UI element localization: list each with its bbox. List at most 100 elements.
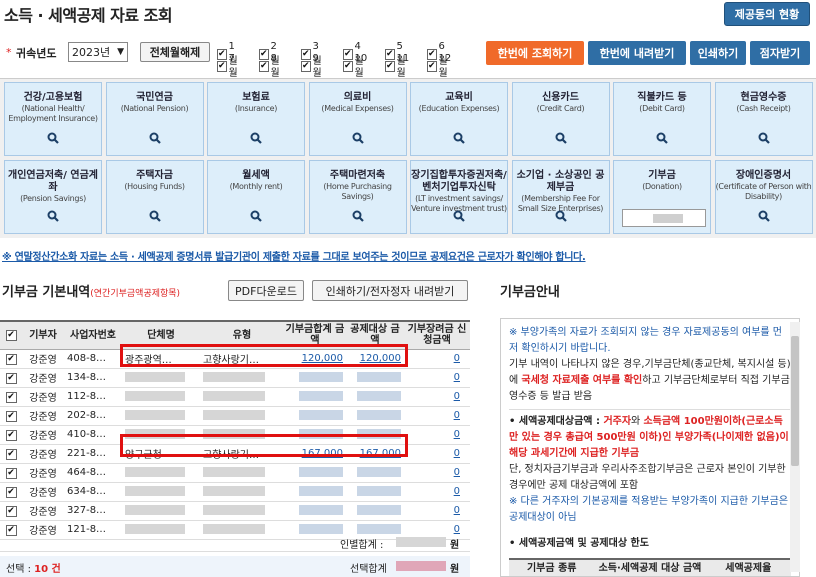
highlight-box-2	[120, 434, 408, 457]
cell-total	[284, 406, 346, 426]
category-tile[interactable]: 보험료 (Insurance)	[207, 82, 305, 156]
guide-p6: • 세액공제금액 및 공제대상 한도	[509, 538, 649, 549]
tile-label-en: (National Pension)	[120, 104, 189, 113]
month-11[interactable]: 11월	[385, 53, 411, 79]
cell-incentive[interactable]: 0	[404, 425, 470, 445]
person-sum-row: 인별합계 : 원	[0, 532, 470, 552]
tile-label-en: (National Health/ Employment Insurance)	[8, 104, 98, 123]
search-icon	[453, 132, 465, 147]
cell-deductible	[346, 501, 404, 521]
tile-label-en: (Donation)	[642, 182, 682, 191]
table-row[interactable]: 강준영134-8… 0	[0, 368, 470, 388]
month-12[interactable]: 12월	[427, 53, 453, 79]
category-tile[interactable]: 주택자금 (Housing Funds)	[105, 160, 204, 234]
row-checkbox[interactable]	[0, 387, 22, 407]
simplified-data-notice[interactable]: ※ 연말정산간소화 자료는 소득 · 세액공제 증명서류 발급기관이 제출한 자…	[2, 248, 586, 263]
donation-amount-input[interactable]	[622, 209, 706, 227]
cell-incentive[interactable]: 0	[404, 482, 470, 502]
cell-donor: 강준영	[22, 387, 64, 407]
month-7[interactable]: 7월	[217, 53, 239, 79]
row-checkbox[interactable]	[0, 406, 22, 426]
tile-label: 기부금	[648, 170, 676, 181]
month-10[interactable]: 10월	[343, 53, 369, 79]
row-checkbox[interactable]	[0, 463, 22, 483]
row-checkbox[interactable]	[0, 444, 22, 464]
month-9[interactable]: 9월	[301, 53, 323, 79]
selected-label: 선택 : 10 건	[6, 564, 61, 575]
select-all-checkbox[interactable]	[0, 320, 22, 350]
receive-button[interactable]: 점자받기	[750, 41, 810, 65]
tile-label: 의료비	[343, 92, 372, 103]
category-tile[interactable]: 신용카드 (Credit Card)	[511, 82, 610, 156]
cell-incentive[interactable]: 0	[404, 406, 470, 426]
year-select[interactable]: 2023년 ▼	[68, 42, 128, 62]
guide-scrollbar[interactable]	[790, 322, 800, 572]
cell-org	[122, 406, 200, 426]
download-all-button[interactable]: 한번에 내려받기	[588, 41, 686, 65]
tile-label: 교육비	[445, 92, 473, 103]
cell-incentive[interactable]: 0	[404, 463, 470, 483]
table-row[interactable]: 강준영634-8… 0	[0, 482, 470, 502]
cell-type	[200, 406, 284, 426]
query-all-button[interactable]: 한번에 조회하기	[486, 41, 584, 65]
donation-section-title: 기부금 기본내역(연간기부금액공제항목)	[2, 285, 181, 300]
table-row[interactable]: 강준영327-8… 0	[0, 501, 470, 521]
category-tile[interactable]: 건강/고용보험 (National Health/ Employment Insu…	[4, 82, 102, 156]
cell-incentive[interactable]: 0	[404, 501, 470, 521]
tile-label-en: (Debit Card)	[639, 104, 685, 113]
category-tile[interactable]: 개인연금저축/ 연금계좌 (Pension Savings)	[4, 160, 102, 234]
month-8[interactable]: 8월	[259, 53, 281, 79]
print-button[interactable]: 인쇄하기	[690, 41, 746, 65]
tile-label: 보험료	[242, 92, 270, 103]
search-icon	[656, 132, 668, 147]
cell-deductible	[346, 368, 404, 388]
person-sum-label: 인별합계 :	[340, 540, 384, 551]
category-tile[interactable]: 소기업 · 소상공인 공제부금 (Membership Fee For Small…	[511, 160, 610, 234]
category-tile[interactable]: 직불카드 등 (Debit Card)	[613, 82, 711, 156]
category-tile[interactable]: 기부금 (Donation)	[613, 160, 711, 234]
print-download-button[interactable]: 인쇄하기/전자정자 내려받기	[312, 280, 468, 301]
table-row[interactable]: 강준영112-8… 0	[0, 387, 470, 407]
guide-panel: ※ 부양가족의 자료가 조회되지 않는 경우 자료제공동의 여부를 먼저 확인하…	[500, 318, 800, 577]
toggle-all-months-button[interactable]: 전체월해제	[140, 42, 210, 62]
category-tile[interactable]: 주택마련저축 (Home Purchasing Savings)	[308, 160, 407, 234]
category-tile[interactable]: 장기집합투자증권저축/ 벤처기업투자신탁 (LT investment savin…	[410, 160, 508, 234]
col-incentive: 기부장려금 신청금액	[404, 320, 470, 350]
row-checkbox[interactable]	[0, 482, 22, 502]
tile-label: 월세액	[242, 170, 270, 181]
row-checkbox[interactable]	[0, 349, 22, 369]
category-tile[interactable]: 국민연금 (National Pension)	[105, 82, 204, 156]
table-row[interactable]: 강준영464-8… 0	[0, 463, 470, 483]
tile-label-en: (Medical Expenses)	[321, 104, 394, 113]
cell-incentive[interactable]: 0	[404, 387, 470, 407]
category-tile[interactable]: 의료비 (Medical Expenses)	[308, 82, 407, 156]
pdf-download-button[interactable]: PDF다운로드	[228, 280, 304, 301]
required-marker: *	[6, 46, 12, 59]
row-checkbox[interactable]	[0, 368, 22, 388]
search-icon	[352, 210, 364, 225]
tile-label: 장기집합투자증권저축/ 벤처기업투자신탁	[411, 170, 507, 193]
highlight-box-1	[120, 344, 408, 367]
cell-incentive[interactable]: 0	[404, 349, 470, 369]
search-icon	[758, 132, 770, 147]
year-label: 귀속년도	[16, 47, 57, 60]
cell-donor: 강준영	[22, 444, 64, 464]
cell-deductible	[346, 406, 404, 426]
consent-history-button[interactable]: 제공동의 현황	[724, 2, 810, 26]
table-row[interactable]: 강준영202-8… 0	[0, 406, 470, 426]
cell-donor: 강준영	[22, 425, 64, 445]
cell-incentive[interactable]: 0	[404, 368, 470, 388]
category-tile[interactable]: 월세액 (Monthly rent)	[207, 160, 305, 234]
category-tile[interactable]: 교육비 (Education Expenses)	[410, 82, 508, 156]
row-checkbox[interactable]	[0, 501, 22, 521]
cell-donor: 강준영	[22, 482, 64, 502]
category-tile[interactable]: 장애인증명서 (Certificate of Person with Disabi…	[714, 160, 813, 234]
row-checkbox[interactable]	[0, 425, 22, 445]
guide-table-head: 기부금 종류 소득·세액공제 대상 금액 세액공제율	[509, 558, 791, 576]
category-tile[interactable]: 현금영수증 (Cash Receipt)	[714, 82, 813, 156]
guide-p2: 기부 내역이 나타나지 않은 경우,기부금단체(종교단체, 복지시설 등)에 국…	[509, 359, 791, 402]
search-icon	[758, 210, 770, 225]
guide-title: 기부금안내	[500, 285, 560, 300]
cell-incentive[interactable]: 0	[404, 444, 470, 464]
cell-bizno: 464-8…	[64, 463, 122, 483]
